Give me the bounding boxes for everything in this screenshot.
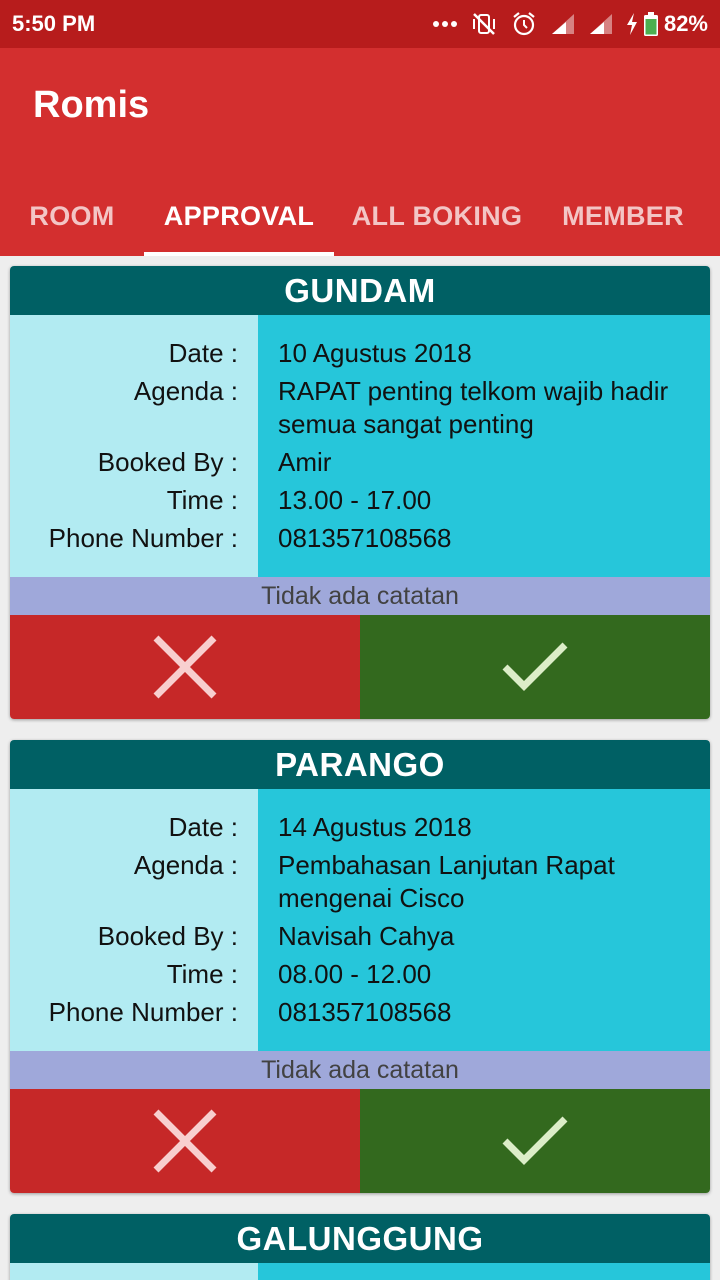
status-bar: 5:50 PM 82% — [0, 0, 720, 48]
detail-labels: Date : Agenda : Booked By : Time : Phone… — [10, 315, 258, 577]
check-icon — [502, 642, 568, 691]
tab-all-boking[interactable]: ALL BOKING — [334, 176, 540, 256]
agenda-label: Agenda : — [133, 376, 238, 406]
tab-member[interactable]: MEMBER — [540, 176, 706, 256]
agenda-value: Pembahasan Lanjutan Rapat mengenai Cisco — [278, 850, 615, 913]
reject-button[interactable] — [10, 1089, 360, 1193]
phone-label: Phone Number : — [48, 523, 238, 553]
app-bar: Romis ROOM APPROVAL ALL BOKING MEMBER — [0, 48, 720, 256]
battery-icon — [643, 12, 658, 36]
booking-note: Tidak ada catatan — [10, 1051, 710, 1089]
booking-details: Date : Agenda : Booked By : Time : Phone… — [10, 315, 710, 577]
booking-card: GUNDAM Date : Agenda : Booked By : Time … — [10, 266, 710, 719]
date-value: 14 Agustus 2018 — [278, 812, 472, 842]
time-label: Time : — [166, 485, 238, 515]
charging-icon — [626, 13, 637, 35]
battery-percent: 82% — [663, 11, 708, 36]
signal-icon — [551, 14, 574, 34]
booking-details: Date : Agenda : Booked By : Time : Phone… — [10, 789, 710, 1051]
booked-by-value: Amir — [278, 447, 332, 477]
time-value: 13.00 - 17.00 — [278, 485, 432, 515]
phone-label: Phone Number : — [48, 997, 238, 1027]
agenda-value: RAPAT penting telkom wajib hadir semua s… — [278, 376, 669, 439]
room-name: GUNDAM — [10, 266, 710, 315]
battery-group: 82% — [626, 11, 708, 37]
room-name: PARANGO — [10, 740, 710, 789]
detail-values: 14 Agustus 2018 Pembahasan Lanjutan Rapa… — [258, 789, 710, 1051]
detail-labels: Date : Agenda : Booked By : Time : Phone… — [10, 789, 258, 1051]
app-title: Romis — [33, 84, 150, 126]
status-time: 5:50 PM — [12, 11, 96, 36]
date-label: Date : — [168, 338, 238, 368]
booking-list[interactable]: GUNDAM Date : Agenda : Booked By : Time … — [0, 256, 720, 1280]
detail-labels — [10, 1263, 258, 1280]
close-icon — [153, 635, 217, 699]
booked-by-label: Booked By : — [97, 921, 238, 951]
date-value: 10 Agustus 2018 — [278, 338, 472, 368]
tab-approval[interactable]: APPROVAL — [144, 176, 334, 256]
phone-value: 081357108568 — [278, 997, 452, 1027]
phone-value: 081357108568 — [278, 523, 452, 553]
date-label: Date : — [168, 812, 238, 842]
status-icons: 82% — [432, 10, 708, 38]
booked-by-label: Booked By : — [97, 447, 238, 477]
signal-icon — [589, 14, 612, 34]
booking-card: PARANGO Date : Agenda : Booked By : Time… — [10, 740, 710, 1193]
time-label: Time : — [166, 959, 238, 989]
booking-note: Tidak ada catatan — [10, 577, 710, 615]
detail-values — [258, 1263, 710, 1280]
approve-button[interactable] — [360, 615, 710, 719]
card-actions — [10, 1089, 710, 1193]
booking-details — [10, 1263, 710, 1280]
check-icon — [502, 1116, 568, 1165]
room-name: GALUNGGUNG — [10, 1214, 710, 1263]
tab-bar: ROOM APPROVAL ALL BOKING MEMBER — [0, 176, 720, 256]
reject-button[interactable] — [10, 615, 360, 719]
more-dots-icon — [432, 21, 457, 27]
detail-values: 10 Agustus 2018 RAPAT penting telkom waj… — [258, 315, 710, 577]
card-actions — [10, 615, 710, 719]
booking-card: GALUNGGUNG — [10, 1214, 710, 1280]
vibrate-off-icon — [472, 13, 495, 35]
booked-by-value: Navisah Cahya — [278, 921, 455, 951]
approve-button[interactable] — [360, 1089, 710, 1193]
time-value: 08.00 - 12.00 — [278, 959, 432, 989]
alarm-icon — [513, 12, 535, 36]
tab-room[interactable]: ROOM — [0, 176, 144, 256]
close-icon — [153, 1109, 217, 1173]
agenda-label: Agenda : — [133, 850, 238, 880]
